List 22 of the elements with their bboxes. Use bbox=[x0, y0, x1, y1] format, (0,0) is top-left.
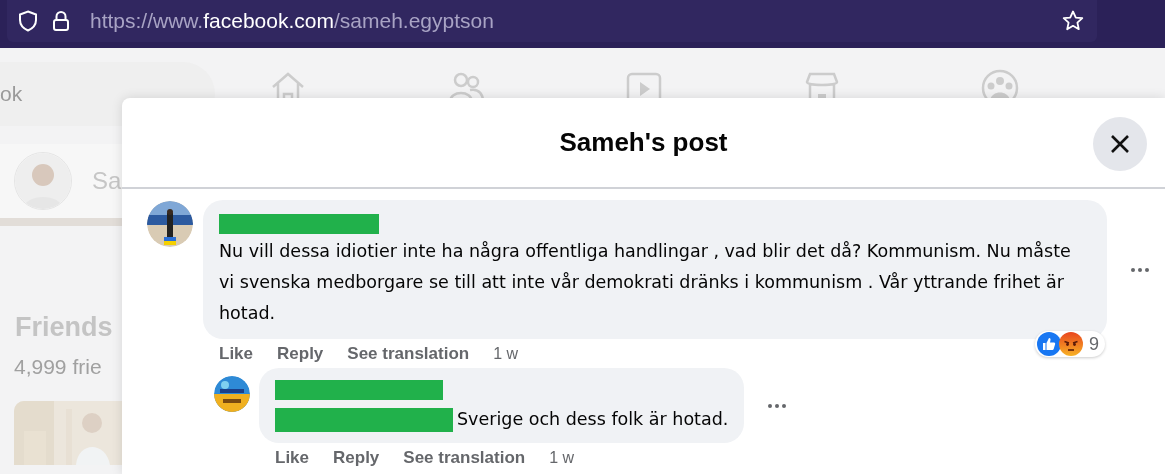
dialog-title: Sameh's post bbox=[559, 127, 728, 158]
friends-count: 4,999 frie bbox=[13, 355, 103, 379]
angry-reaction-icon bbox=[1059, 332, 1083, 356]
comment-action-link[interactable]: Reply bbox=[333, 448, 380, 468]
avatar bbox=[14, 152, 72, 210]
comment-action-link[interactable]: Like bbox=[275, 448, 310, 468]
lock-icon[interactable] bbox=[52, 10, 70, 32]
comment-text: Sverige och dess folk är hotad. bbox=[457, 408, 729, 431]
like-reaction-icon bbox=[1037, 332, 1061, 356]
shield-icon[interactable] bbox=[18, 10, 38, 32]
address-bar[interactable]: https://www.facebook.com/sameh.egyptson bbox=[7, 0, 1097, 42]
close-button[interactable] bbox=[1093, 117, 1147, 171]
close-icon[interactable] bbox=[1109, 133, 1131, 155]
comment-action-link[interactable]: Like bbox=[219, 344, 254, 364]
comment-text: Nu vill dessa idiotier inte ha några offentliga handlingar , vad blir det då? Kommunism. Nu måste vi svenska medborgare se till att inte vår demokrati dränks i kommunism . Vår yttrande frihet är hotad. bbox=[219, 240, 1072, 325]
reaction-summary[interactable]: 9 bbox=[1035, 331, 1105, 357]
comment-action-link[interactable]: See translation bbox=[347, 344, 470, 364]
bookmark-star-icon[interactable] bbox=[1061, 9, 1085, 33]
comment-time: 1 w bbox=[549, 449, 575, 467]
comment-action-link[interactable]: See translation bbox=[403, 448, 526, 468]
comment-time: 1 w bbox=[493, 345, 519, 363]
comment-action-link[interactable]: Reply bbox=[277, 344, 324, 364]
